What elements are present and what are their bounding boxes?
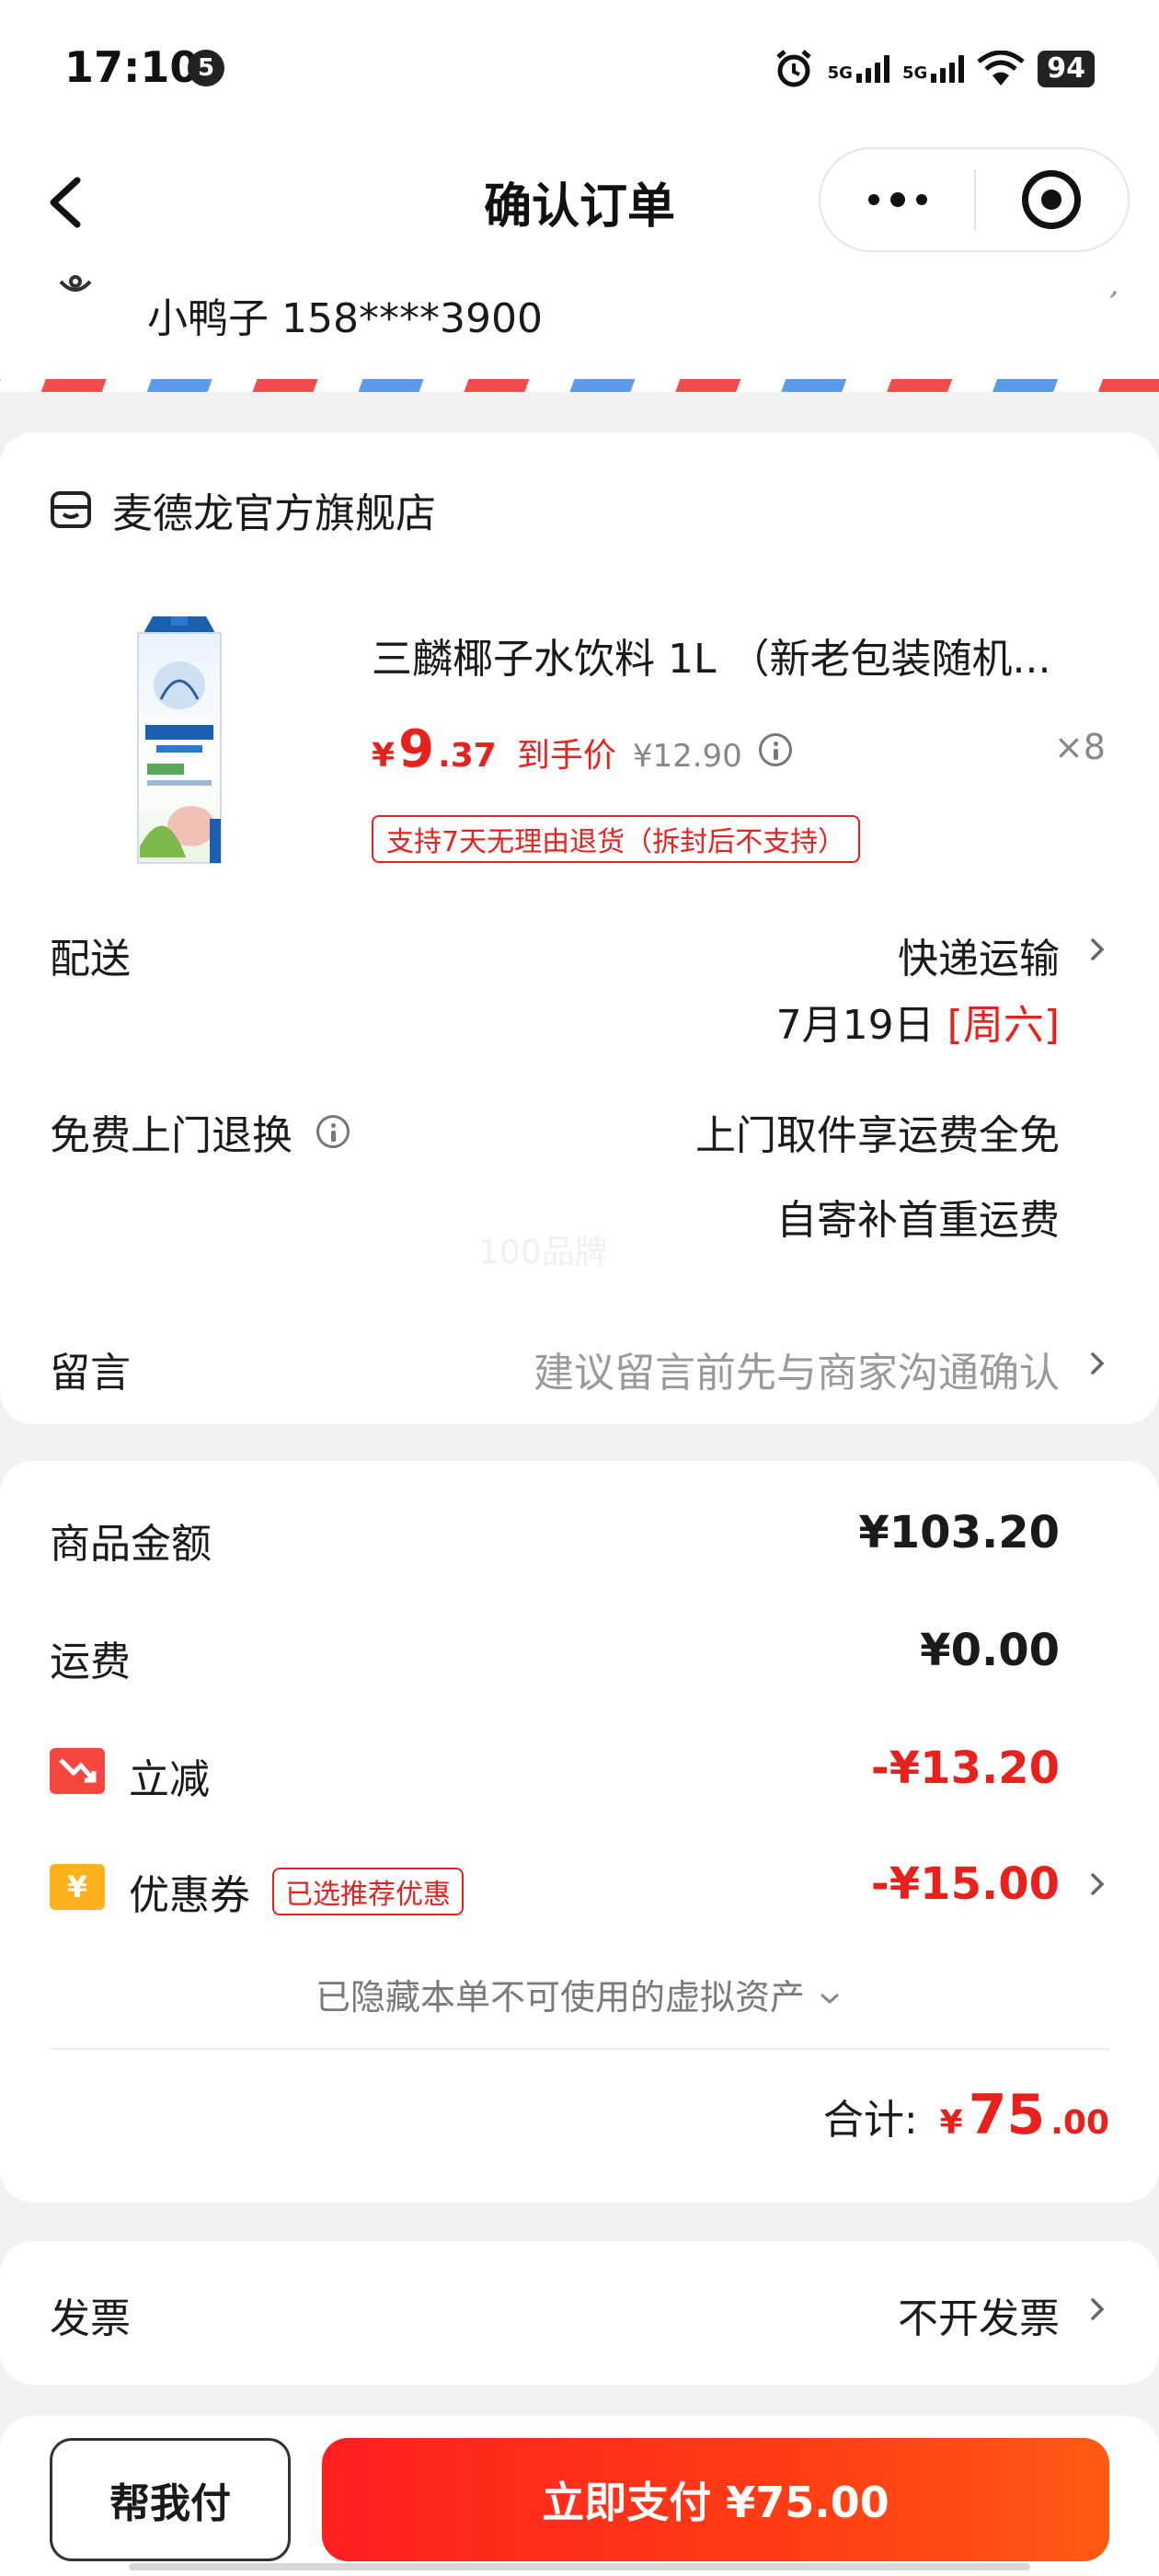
price-decimal: .37 bbox=[438, 737, 497, 775]
store-icon bbox=[51, 491, 91, 528]
free-return-row: 免费上门退换 bbox=[50, 1102, 350, 1161]
dot bbox=[867, 194, 879, 205]
total-decimal: .00 bbox=[1050, 2104, 1109, 2142]
alarm-icon bbox=[775, 50, 811, 87]
delivery-date: 7月19日 [周六] bbox=[776, 992, 1060, 1051]
battery-icon: 94 bbox=[1038, 51, 1095, 87]
shipping-method[interactable]: 快递运输 bbox=[898, 926, 1060, 984]
freight-label: 运费 bbox=[50, 1639, 131, 1685]
total-symbol: ¥ bbox=[939, 2104, 963, 2142]
watermark: 100品牌 bbox=[478, 1234, 608, 1271]
delivery-date-text: 7月19日 bbox=[775, 1002, 935, 1049]
total-integer: 75 bbox=[968, 2083, 1046, 2147]
status-icons: 5G 5G 94 bbox=[773, 46, 1095, 92]
discount-value: -¥13.20 bbox=[870, 1742, 1060, 1794]
close-miniprogram-button[interactable] bbox=[976, 149, 1128, 250]
signal-1: 5G bbox=[828, 55, 889, 83]
coupon-label: 优惠券 bbox=[129, 1872, 250, 1919]
pay-now-button[interactable]: 立即支付 ¥75.00 bbox=[322, 2438, 1109, 2561]
invoice-value: 不开发票 bbox=[898, 2295, 1060, 2342]
signal-2: 5G bbox=[901, 55, 965, 83]
status-bar: 17:10 5 5G 5G 94 bbox=[0, 0, 1159, 138]
hidden-assets-toggle[interactable]: 已隐藏本单不可使用的虚拟资产 bbox=[0, 1969, 1159, 2019]
address-section[interactable]: 小鸭子 158****3900 , bbox=[0, 266, 1159, 386]
store-header[interactable]: 麦德龙官方旗舰店 bbox=[50, 480, 436, 539]
chevron-right-icon: , bbox=[1106, 266, 1129, 305]
clock: 17:10 bbox=[64, 42, 200, 92]
discount-label: 立减 bbox=[129, 1756, 210, 1803]
mini-program-capsule bbox=[819, 147, 1130, 252]
goods-amount-value: ¥103.20 bbox=[858, 1507, 1060, 1558]
product-title[interactable]: 三麟椰子水饮料 1L （新老包装随机... bbox=[372, 626, 1089, 684]
free-return-self-send: 自寄补首重运费 bbox=[776, 1197, 1060, 1244]
shipping-label: 配送 bbox=[50, 936, 131, 983]
airmail-border bbox=[0, 379, 1159, 392]
final-price-tag: 到手价 bbox=[516, 737, 616, 775]
free-return-label: 免费上门退换 bbox=[50, 1112, 293, 1159]
info-icon[interactable] bbox=[316, 1115, 350, 1148]
dot bbox=[915, 194, 927, 205]
dot bbox=[889, 192, 905, 207]
goods-amount-label: 商品金额 bbox=[50, 1521, 212, 1568]
signal-bars-icon bbox=[931, 55, 965, 83]
nav-bar: 确认订单 bbox=[0, 138, 1159, 267]
freight-value: ¥0.00 bbox=[920, 1625, 1060, 1676]
product-image[interactable] bbox=[120, 616, 239, 865]
chevron-right-icon[interactable] bbox=[1085, 933, 1109, 966]
store-name: 麦德龙官方旗舰店 bbox=[112, 490, 436, 537]
divider bbox=[50, 2048, 1109, 2050]
delivery-weekday: [周六] bbox=[947, 1002, 1060, 1049]
coupon-value[interactable]: -¥15.00 bbox=[871, 1858, 1060, 1910]
price-integer: 9 bbox=[398, 719, 435, 779]
chevron-right-icon[interactable] bbox=[1085, 2293, 1109, 2326]
memo-input[interactable]: 建议留言前先与商家沟通确认 bbox=[534, 1340, 1060, 1398]
price-symbol: ¥ bbox=[372, 737, 396, 775]
order-card: 麦德龙官方旗舰店 三麟椰子水饮料 1L （新老包装随机... ¥ 9 .37 到… bbox=[0, 432, 1159, 1424]
signal-bars-icon bbox=[855, 55, 889, 83]
recommended-coupon-tag: 已选推荐优惠 bbox=[272, 1868, 464, 1915]
coupon-icon: ¥ bbox=[50, 1864, 105, 1910]
network-type-label: 5G bbox=[901, 63, 928, 83]
chevron-left-icon bbox=[50, 177, 81, 228]
invoice-card[interactable]: 发票 不开发票 bbox=[0, 2241, 1159, 2385]
order-total: 合计: ¥ 75 .00 bbox=[823, 2083, 1109, 2147]
more-button[interactable] bbox=[820, 149, 974, 250]
original-price: ¥12.90 bbox=[632, 738, 742, 775]
help-pay-button[interactable]: 帮我付 bbox=[50, 2438, 291, 2561]
memo-label: 留言 bbox=[50, 1350, 131, 1397]
free-return-pickup: 上门取件享运费全免 bbox=[695, 1112, 1060, 1159]
total-label: 合计: bbox=[822, 2097, 918, 2144]
invoice-label: 发票 bbox=[50, 2295, 131, 2342]
recipient-info: 小鸭子 158****3900 bbox=[147, 295, 543, 342]
bottom-action-bar: 帮我付 立即支付 ¥75.00 bbox=[0, 2416, 1159, 2576]
home-indicator[interactable] bbox=[129, 2563, 1030, 2570]
wifi-icon bbox=[977, 51, 1025, 86]
price-summary-card: 商品金额 ¥103.20 运费 ¥0.00 立减 -¥13.20 ¥ 优惠券 已… bbox=[0, 1461, 1159, 2202]
chevron-right-icon[interactable] bbox=[1085, 1347, 1109, 1380]
back-button[interactable] bbox=[37, 166, 101, 239]
chevron-right-icon[interactable] bbox=[1085, 1868, 1109, 1901]
price-row: ¥ 9 .37 到手价 ¥12.90 bbox=[372, 719, 792, 779]
hidden-assets-text: 已隐藏本单不可使用的虚拟资产 bbox=[315, 1977, 805, 2018]
location-icon bbox=[59, 275, 92, 292]
discount-icon bbox=[50, 1748, 105, 1794]
chevron-down-icon bbox=[820, 1993, 840, 2005]
quantity: ×8 bbox=[1053, 727, 1106, 767]
network-type-label: 5G bbox=[827, 63, 853, 83]
return-policy-tag: 支持7天无理由退货（拆封后不支持） bbox=[372, 815, 861, 863]
target-icon bbox=[1022, 170, 1082, 229]
info-icon[interactable] bbox=[758, 733, 792, 766]
notification-badge: 5 bbox=[188, 50, 224, 86]
